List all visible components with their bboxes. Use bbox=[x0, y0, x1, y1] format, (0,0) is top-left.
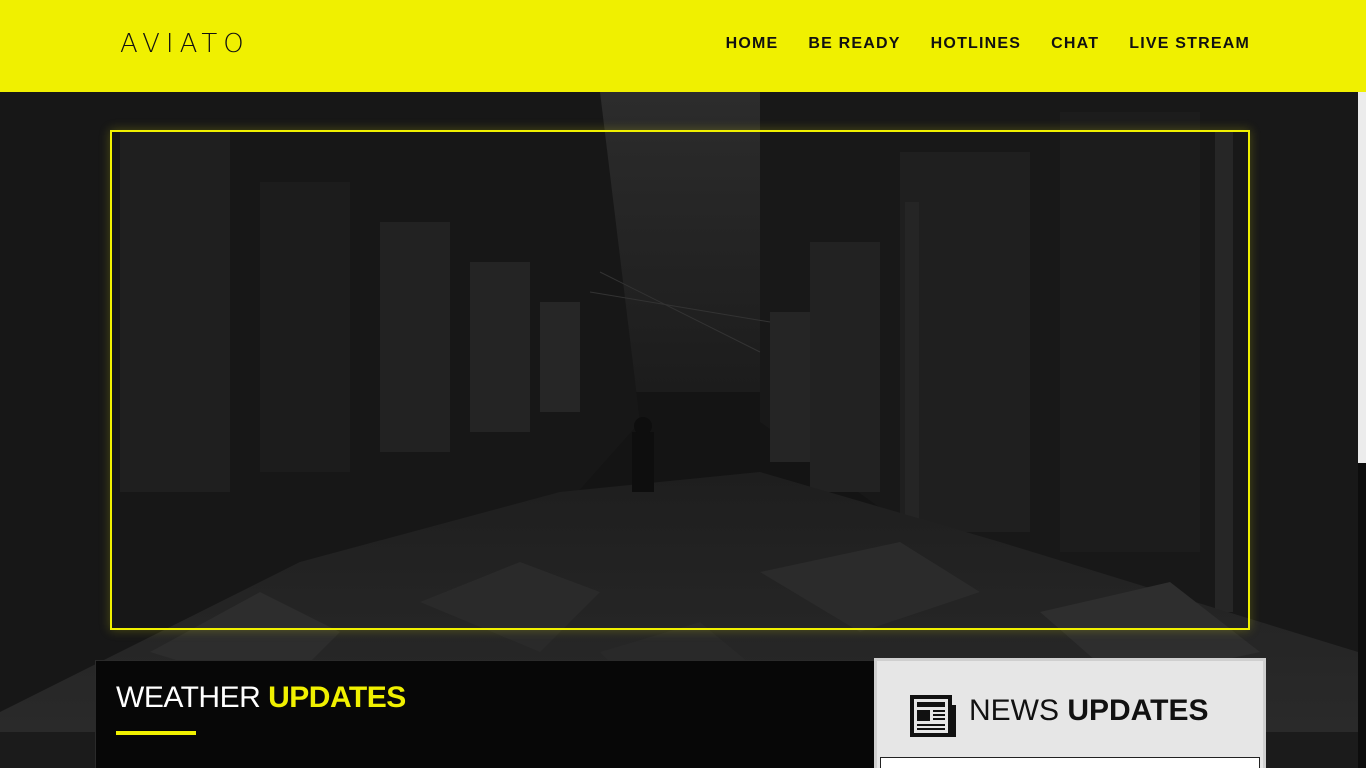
nav-chat-link[interactable]: CHAT bbox=[1051, 35, 1099, 53]
page-scrollbar-thumb[interactable] bbox=[1358, 92, 1366, 463]
nav-hotlines-link[interactable]: HOTLINES bbox=[931, 35, 1022, 53]
weather-updates-panel: WEATHER UPDATES bbox=[95, 660, 875, 768]
news-updates-panel: NEWS UPDATES bbox=[874, 658, 1266, 768]
nav-live-stream-link[interactable]: LIVE STREAM bbox=[1129, 35, 1250, 53]
main-nav: HOME BE READY HOTLINES CHAT LIVE STREAM bbox=[726, 35, 1250, 53]
weather-updates-heading: WEATHER UPDATES bbox=[116, 681, 406, 714]
news-feed-box bbox=[880, 757, 1260, 768]
heading-underline bbox=[116, 731, 196, 735]
nav-be-ready-link[interactable]: BE READY bbox=[808, 35, 900, 53]
nav-home-link[interactable]: HOME bbox=[726, 35, 779, 53]
top-navbar: AVIATO HOME BE READY HOTLINES CHAT LIVE … bbox=[0, 0, 1366, 92]
brand-logo[interactable]: AVIATO bbox=[120, 29, 250, 59]
news-updates-heading: NEWS UPDATES bbox=[969, 694, 1209, 727]
live-stream-frame[interactable] bbox=[110, 130, 1250, 630]
newspaper-icon bbox=[910, 695, 956, 737]
